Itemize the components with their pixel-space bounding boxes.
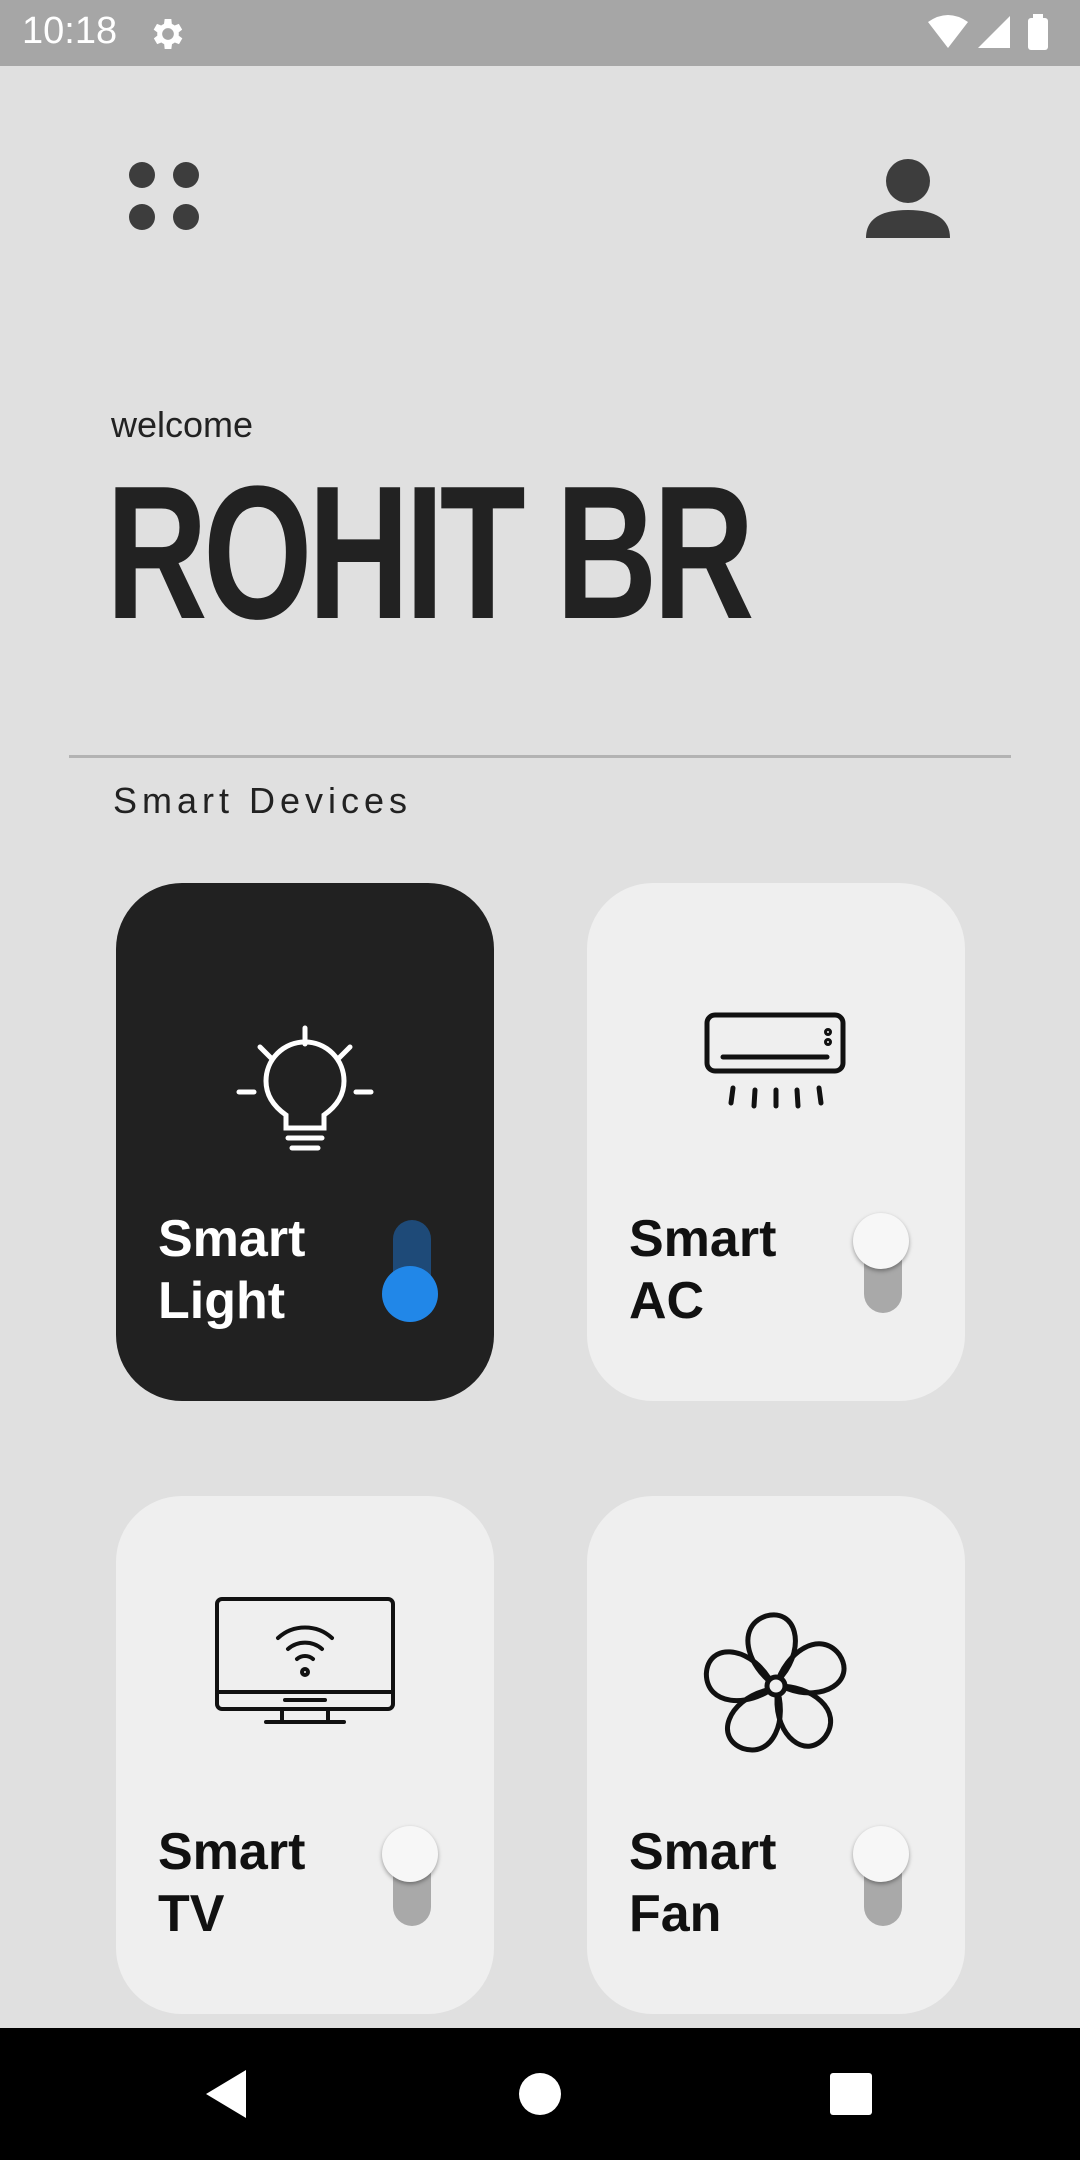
device-toggle[interactable] [382, 1220, 442, 1322]
signal-icon [978, 16, 1010, 48]
battery-icon [1028, 18, 1048, 50]
wifi-icon [928, 15, 968, 48]
device-label: Smart Fan [629, 1823, 777, 1943]
device-card-smart-tv[interactable]: Smart TV [116, 1496, 494, 2014]
menu-button[interactable] [120, 150, 220, 250]
back-icon[interactable] [196, 2064, 256, 2124]
device-toggle[interactable] [382, 1826, 442, 1926]
section-title: Smart Devices [113, 780, 413, 821]
home-icon[interactable] [510, 2064, 570, 2124]
fan-icon [703, 1612, 847, 1753]
device-toggle[interactable] [853, 1826, 913, 1926]
device-label: Smart Light [158, 1210, 306, 1330]
status-bar: 10:18 [0, 0, 1080, 66]
recents-icon[interactable] [821, 2064, 881, 2124]
toggle-thumb [853, 1213, 909, 1269]
device-card-smart-fan[interactable]: Smart Fan [587, 1496, 965, 2014]
light-bulb-icon [236, 1025, 374, 1151]
device-card-smart-ac[interactable]: Smart AC [587, 883, 965, 1401]
grid-dots-icon [129, 162, 199, 230]
person-icon [866, 159, 950, 238]
toggle-thumb [853, 1826, 909, 1882]
divider [69, 755, 1011, 758]
smart-tv-icon [215, 1597, 395, 1724]
settings-icon [153, 19, 183, 49]
status-time: 10:18 [22, 10, 118, 52]
device-toggle[interactable] [853, 1213, 913, 1313]
toggle-thumb [382, 1266, 438, 1322]
device-card-smart-light[interactable]: Smart Light [116, 883, 494, 1401]
navigation-bar [0, 2028, 1080, 2160]
status-icons [928, 14, 1048, 50]
air-conditioner-icon [704, 1012, 846, 1109]
toggle-thumb [382, 1826, 438, 1882]
device-label: Smart TV [158, 1823, 306, 1943]
profile-button[interactable] [856, 148, 956, 248]
device-label: Smart AC [629, 1210, 777, 1330]
user-name: ROHIT BR [106, 447, 754, 659]
welcome-label: welcome [111, 404, 254, 445]
